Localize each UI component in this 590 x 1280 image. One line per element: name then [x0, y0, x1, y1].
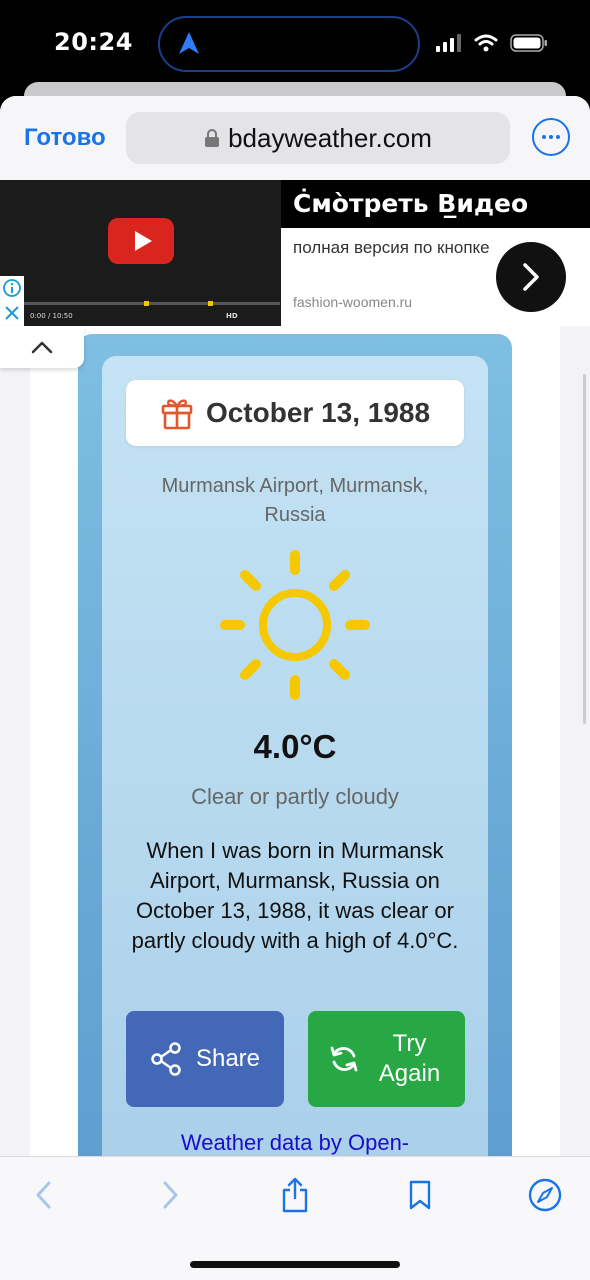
weather-card: October 13, 1988 Murmansk Airport, Murma… [78, 334, 512, 1176]
try-again-button[interactable]: Try Again [308, 1011, 465, 1107]
share-page-button[interactable] [275, 1175, 315, 1215]
refresh-icon [330, 1046, 357, 1072]
ad-video[interactable]: 0:00 / 10:50 HD [0, 180, 281, 326]
compass-icon [528, 1178, 562, 1212]
ad-info-icon[interactable] [0, 276, 24, 300]
play-icon [134, 231, 152, 251]
chevron-up-icon [31, 341, 53, 354]
signal-icon [436, 34, 461, 52]
share-upload-icon [282, 1177, 308, 1213]
info-icon [3, 279, 21, 297]
page-content: October 13, 1988 Murmansk Airport, Murma… [0, 326, 590, 1176]
bookmark-icon [409, 1180, 431, 1210]
lock-icon [205, 129, 220, 147]
status-icons [436, 34, 548, 52]
wifi-icon [474, 34, 498, 52]
date-text: October 13, 1988 [205, 397, 431, 428]
ad-domain[interactable]: fashion-woomen.ru [293, 294, 412, 310]
more-dot-icon [549, 135, 553, 139]
share-icon [151, 1042, 181, 1076]
video-hd-label: HD [226, 312, 238, 320]
weather-condition: Clear or partly cloudy [191, 784, 399, 809]
chevron-right-icon [523, 263, 539, 291]
back-button[interactable] [24, 1175, 64, 1215]
temperature: 4.0°C [253, 728, 337, 765]
birthday-date: October 13, 1988 [126, 380, 464, 446]
url-field[interactable]: bdayweather.com [126, 112, 510, 164]
status-time: 20:24 [54, 28, 133, 56]
ad-banner[interactable]: 0:00 / 10:50 HD Ċмо̀треть В̲идео полная … [0, 180, 590, 326]
navigation-arrow-icon [179, 32, 199, 54]
dynamic-island [158, 16, 420, 72]
weather-description: When I was born in Murmansk Airport, Mur… [131, 838, 459, 953]
done-button[interactable]: Готово [24, 124, 106, 152]
ad-title[interactable]: Ċмо̀треть В̲идео [281, 180, 590, 228]
more-dot-icon [542, 135, 546, 139]
browser-top-bar: Готово bdayweather.com [0, 96, 590, 180]
share-label: Share [195, 1045, 261, 1072]
close-ad-button[interactable] [0, 300, 24, 326]
location-text: Murmansk Airport, Murmansk, Russia [161, 475, 429, 526]
browser-sheet: Готово bdayweather.com 0:00 / 10:50 HD Ċ… [0, 96, 590, 1280]
url-text: bdayweather.com [228, 122, 432, 153]
ad-go-button[interactable] [496, 242, 566, 312]
video-progress[interactable] [22, 302, 280, 305]
home-indicator [190, 1261, 400, 1268]
ad-body[interactable]: полная версия по кнопке [293, 236, 493, 260]
browser-bottom-toolbar [0, 1156, 590, 1280]
bookmarks-button[interactable] [400, 1175, 440, 1215]
try-again-label: Try Again [378, 1030, 441, 1087]
collapse-ad-button[interactable] [0, 326, 84, 368]
forward-button[interactable] [150, 1175, 190, 1215]
video-time: 0:00 / 10:50 [30, 312, 73, 320]
chevron-left-icon [36, 1181, 51, 1209]
scroll-indicator[interactable] [583, 326, 587, 1156]
more-options-button[interactable] [532, 118, 570, 156]
close-icon [5, 306, 19, 320]
video-chapter-marker [208, 301, 213, 306]
weather-card-inner: October 13, 1988 Murmansk Airport, Murma… [102, 356, 488, 1176]
open-in-safari-button[interactable] [525, 1175, 565, 1215]
video-chapter-marker [144, 301, 149, 306]
share-button[interactable]: Share [126, 1011, 284, 1107]
play-button[interactable] [108, 218, 174, 264]
weather-data-attribution-link[interactable]: Weather data by Open- [102, 1130, 488, 1156]
battery-icon [510, 34, 547, 52]
more-dot-icon [556, 135, 560, 139]
chevron-right-icon [163, 1181, 178, 1209]
sun-icon [220, 550, 370, 700]
status-bar: 20:24 [0, 0, 590, 90]
gift-icon [161, 399, 193, 430]
